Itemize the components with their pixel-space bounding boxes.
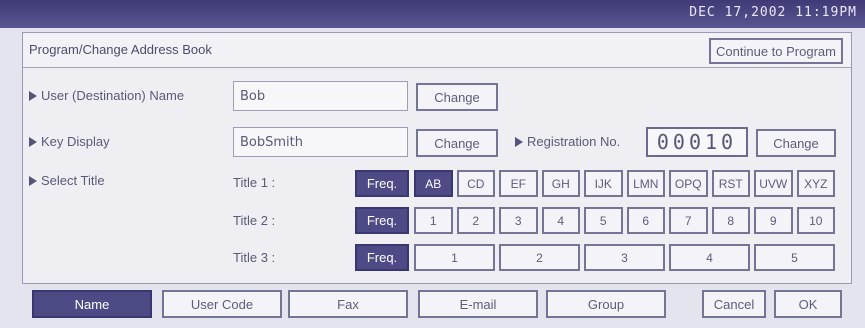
address-book-panel: Program/Change Address Book Continue to … (22, 32, 852, 284)
title-2-freq-button[interactable]: Freq. (355, 207, 409, 234)
key-display-change-button[interactable]: Change (416, 129, 498, 157)
title-3-key-2[interactable]: 2 (499, 244, 580, 271)
key-display-label: Key Display (29, 134, 110, 149)
screen: DEC 17,2002 11:19PM Program/Change Addre… (0, 0, 865, 328)
title-2-key-4[interactable]: 4 (541, 207, 580, 234)
registration-change-button[interactable]: Change (756, 129, 836, 157)
title-3-label: Title 3 : (233, 250, 276, 265)
title-1-label: Title 1 : (233, 175, 276, 190)
title-1-key-ab[interactable]: AB (414, 170, 453, 197)
title-1-key-cd[interactable]: CD (456, 170, 495, 197)
title-2-key-9[interactable]: 9 (754, 207, 793, 234)
registration-label-text: Registration No. (527, 134, 621, 149)
title-1-freq-button[interactable]: Freq. (355, 170, 409, 197)
arrow-right-icon (515, 136, 523, 147)
title-1-key-opq[interactable]: OPQ (669, 170, 708, 197)
title-2-key-10[interactable]: 10 (796, 207, 835, 234)
title-2-key-3[interactable]: 3 (499, 207, 538, 234)
title-2-key-6[interactable]: 6 (626, 207, 665, 234)
title-2-key-2[interactable]: 2 (456, 207, 495, 234)
title-1-key-lmn[interactable]: LMN (626, 170, 665, 197)
title-3-freq-button[interactable]: Freq. (355, 244, 409, 271)
key-display-field: BobSmith (233, 127, 408, 157)
bottom-tab-bar: Name User Code Fax E-mail Group Cancel O… (22, 286, 850, 324)
title-2-key-1[interactable]: 1 (414, 207, 453, 234)
title-2-key-7[interactable]: 7 (669, 207, 708, 234)
title-1-key-ef[interactable]: EF (499, 170, 538, 197)
title-3-key-4[interactable]: 4 (669, 244, 750, 271)
registration-label: Registration No. (515, 134, 620, 149)
select-title-label-text: Select Title (41, 173, 105, 188)
key-display-label-text: Key Display (41, 134, 110, 149)
arrow-right-icon (29, 136, 37, 147)
title-bar: Program/Change Address Book Continue to … (23, 33, 851, 68)
arrow-right-icon (29, 90, 37, 101)
continue-to-program-button[interactable]: Continue to Program (709, 38, 843, 64)
title-3-key-1[interactable]: 1 (414, 244, 495, 271)
tab-group[interactable]: Group (546, 290, 666, 318)
registration-number-field: 00010 (646, 127, 748, 157)
title-1-key-rst[interactable]: RST (711, 170, 750, 197)
title-1-key-xyz[interactable]: XYZ (796, 170, 835, 197)
select-title-label: Select Title (29, 173, 105, 188)
tab-fax[interactable]: Fax (288, 290, 408, 318)
status-bar: DEC 17,2002 11:19PM (0, 0, 865, 28)
tab-email[interactable]: E-mail (418, 290, 538, 318)
tab-user-code[interactable]: User Code (162, 290, 282, 318)
title-3-key-3[interactable]: 3 (584, 244, 665, 271)
user-name-label-text: User (Destination) Name (41, 88, 185, 103)
title-3-key-5[interactable]: 5 (754, 244, 835, 271)
title-1-key-ijk[interactable]: IJK (584, 170, 623, 197)
user-name-field: Bob (233, 81, 408, 111)
title-1-key-uvw[interactable]: UVW (754, 170, 793, 197)
cancel-button[interactable]: Cancel (702, 290, 766, 318)
page-title: Program/Change Address Book (29, 42, 212, 57)
title-2-key-8[interactable]: 8 (711, 207, 750, 234)
date-time: DEC 17,2002 11:19PM (689, 5, 857, 20)
title-2-label: Title 2 : (233, 213, 276, 228)
user-name-change-button[interactable]: Change (416, 83, 498, 111)
user-name-label: User (Destination) Name (29, 88, 184, 103)
title-1-key-gh[interactable]: GH (541, 170, 580, 197)
arrow-right-icon (29, 175, 37, 186)
tab-name[interactable]: Name (32, 290, 152, 318)
ok-button[interactable]: OK (774, 290, 842, 318)
title-2-key-5[interactable]: 5 (584, 207, 623, 234)
